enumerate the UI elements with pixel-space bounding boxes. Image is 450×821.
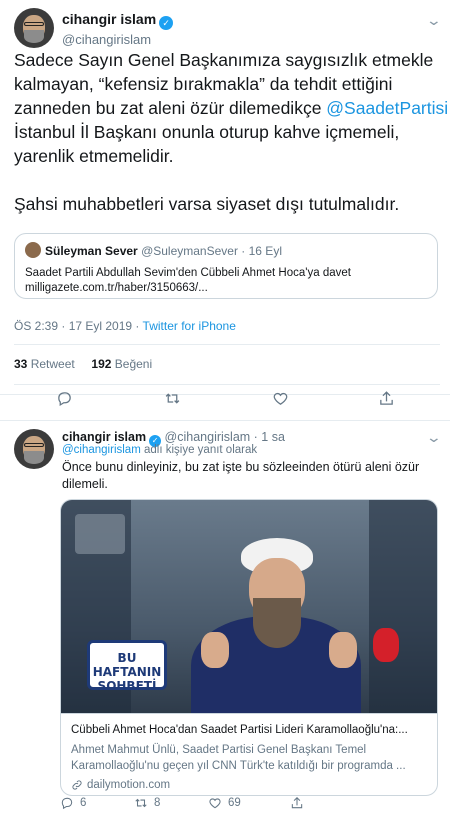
divider [14,384,440,385]
tweet-line: İstanbul İl Başkanı onunla oturup kahve … [14,122,400,142]
divider [14,344,440,345]
mention-link[interactable]: @SaadetPartisi [326,98,448,118]
reply-count: 6 [80,797,87,809]
tweet-line: Sadece Sayın Genel Başkanımıza saygısızl… [14,50,434,70]
tweet-text: Sadece Sayın Genel Başkanımıza saygısızl… [14,48,449,216]
card-link[interactable]: dailymotion.com [71,777,429,793]
retweet-icon [135,798,147,808]
card-title[interactable]: Cübbeli Ahmet Hoca'dan Saadet Partisi Li… [71,722,429,738]
microphone [373,628,399,662]
tweet-meta: ÖS 2:39 · 17 Eyl 2019 · Twitter for iPho… [14,319,236,333]
verified-icon: ✓ [159,16,174,30]
retweet-button[interactable]: 8 [134,796,160,810]
quoted-text: Saadet Partili Abdullah Sevim'den Cübbel… [25,267,351,279]
retweet-count[interactable]: 33 [14,357,27,371]
quoted-avatar [25,242,41,258]
engagement-stats: 33 Retweet 192 Beğeni [14,357,152,371]
timestamp[interactable]: ÖS 2:39 · 17 Eyl 2019 · [14,319,143,333]
relative-time[interactable]: · 1 sa [254,430,285,444]
like-icon[interactable] [272,390,289,407]
reply-context: @cihangirislam adlı kişiye yanıt olarak [62,444,258,456]
video-thumbnail[interactable]: BU HAFTANIN SOHBETİ [61,500,437,713]
like-count: 69 [228,797,241,809]
chevron-down-icon[interactable]: ⌄ [426,12,442,29]
main-tweet: cihangir islam ✓ @cihangirislam ⌄ Sadece … [0,0,450,407]
avatar[interactable] [14,429,54,469]
card-description: Ahmet Mahmut Ünlü, Saadet Partisi Genel … [71,744,406,772]
author-block: cihangir islam ✓ @cihangirislam [62,11,174,47]
tweet-line: Şahsi muhabbetleri varsa siyaset dışı tu… [14,194,400,214]
card-body[interactable]: Cübbeli Ahmet Hoca'dan Saadet Partisi Li… [61,713,437,795]
retweet-label[interactable]: Retweet [31,357,75,371]
reply-icon [61,797,73,810]
quoted-header: Süleyman Sever @SuleymanSever · 16 Eyl [25,242,427,258]
quoted-handle: @SuleymanSever [141,244,238,258]
display-name[interactable]: cihangir islam [62,430,146,444]
avatar[interactable] [14,8,54,48]
source-link[interactable]: Twitter for iPhone [143,319,236,333]
speaker-figure [161,528,381,713]
reply-icon[interactable] [56,390,73,407]
handle[interactable]: @cihangirislam [62,32,173,47]
reply-tweet[interactable]: cihangir islam ✓ @cihangirislam · 1 sa ⌄ … [0,420,450,821]
reply-action-bar: 6 8 69 [0,796,450,816]
reply-to-mention[interactable]: @cihangirislam [62,444,141,456]
tweet-line: yarenlik etmemelidir. [14,146,174,166]
channel-logo [75,514,125,554]
tweet-line: zanneden bu zat aleni özür dilemedikçe @… [14,98,449,118]
quoted-link[interactable]: milligazete.com.tr/haber/3150663/... [25,281,427,296]
tweet-line: kalmayan, “kefensiz bırakmakla” da tehdi… [14,74,393,94]
link-icon [72,780,82,790]
link-card[interactable]: BU HAFTANIN SOHBETİ Cübbeli Ahmet Hoca'd… [60,499,438,796]
reply-button[interactable]: 6 [60,796,86,810]
like-icon [209,798,221,809]
handle[interactable]: @cihangirislam [165,430,251,444]
reply-text: Önce bunu dinleyiniz, bu zat işte bu söz… [62,460,420,491]
display-name[interactable]: cihangir islam [62,11,156,27]
share-icon[interactable] [378,390,395,407]
show-badge: BU HAFTANIN SOHBETİ [87,640,167,693]
share-icon [291,797,303,809]
chevron-down-icon[interactable]: ⌄ [426,429,442,446]
quoted-name: Süleyman Sever [45,244,138,258]
quoted-date: · 16 Eyl [241,244,282,258]
like-count[interactable]: 192 [91,357,111,371]
quoted-tweet[interactable]: Süleyman Sever @SuleymanSever · 16 Eyl S… [14,233,438,299]
retweet-count: 8 [154,797,161,809]
share-button[interactable] [290,796,304,810]
retweet-icon[interactable] [164,390,181,407]
action-bar [0,390,450,420]
like-button[interactable]: 69 [208,796,241,810]
like-label[interactable]: Beğeni [115,357,152,371]
